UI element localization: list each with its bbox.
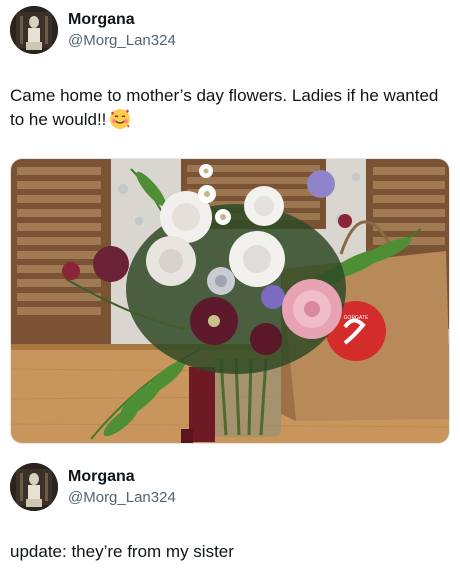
bag-logo-text: GORGATE bbox=[344, 315, 369, 321]
tweet-body: Came home to mother’s day flowers. Ladie… bbox=[10, 84, 450, 137]
author-display-name[interactable]: Morgana bbox=[68, 10, 176, 29]
avatar-image bbox=[10, 6, 58, 54]
avatar[interactable] bbox=[10, 6, 58, 54]
tweet-header: Morgana @Morg_Lan324 bbox=[10, 6, 176, 54]
author-handle[interactable]: @Morg_Lan324 bbox=[68, 32, 176, 50]
author-handle[interactable]: @Morg_Lan324 bbox=[68, 489, 176, 507]
avatar-image bbox=[10, 463, 58, 511]
tweet-header: Morgana @Morg_Lan324 bbox=[10, 463, 176, 511]
avatar[interactable] bbox=[10, 463, 58, 511]
tweet-body: update: they’re from my sister bbox=[10, 540, 450, 564]
flowers-photo: GORGATE bbox=[11, 159, 449, 443]
smiling-face-with-hearts-icon bbox=[109, 108, 131, 137]
author-display-name[interactable]: Morgana bbox=[68, 467, 176, 486]
tweet-text: update: they’re from my sister bbox=[10, 542, 234, 561]
tweet-text: Came home to mother’s day flowers. Ladie… bbox=[10, 86, 439, 129]
tweet-photo[interactable]: GORGATE bbox=[10, 158, 450, 444]
